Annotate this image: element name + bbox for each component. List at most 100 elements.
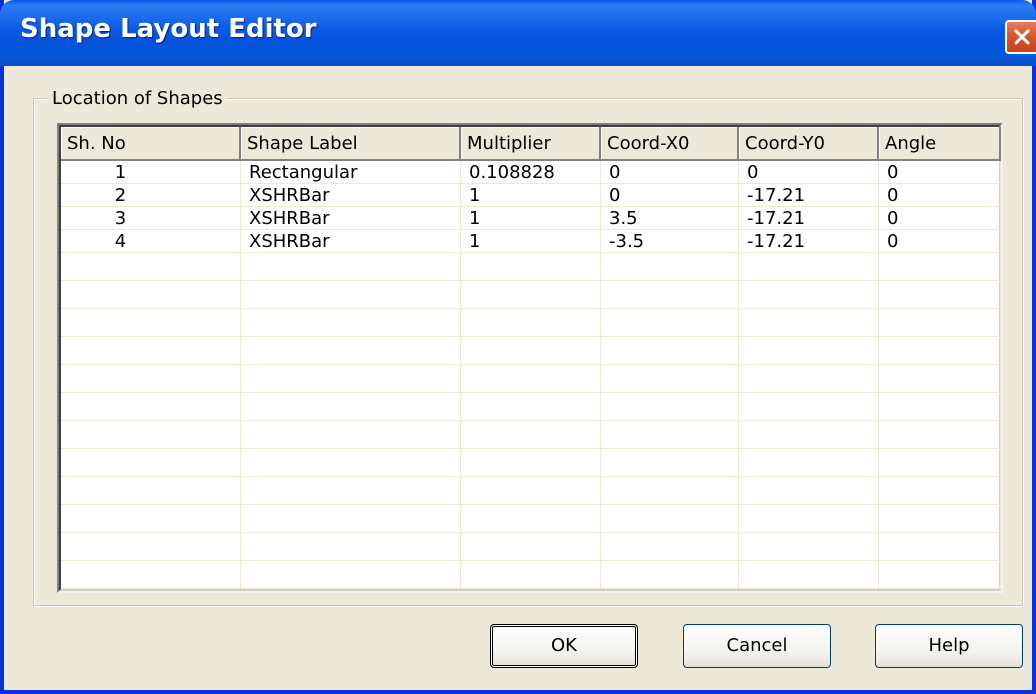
empty-cell[interactable] <box>61 393 241 421</box>
cell-coord-y0[interactable]: -17.21 <box>739 230 879 253</box>
table-row[interactable]: 2 XSHRBar 1 0 -17.21 0 <box>61 184 1001 207</box>
cell-angle[interactable]: 0 <box>879 230 1001 253</box>
empty-cell[interactable] <box>879 309 1001 337</box>
cell-multiplier[interactable]: 1 <box>461 230 601 253</box>
empty-cell[interactable] <box>461 477 601 505</box>
empty-table-row[interactable] <box>61 421 1001 449</box>
column-header-multiplier[interactable]: Multiplier <box>461 127 601 161</box>
cell-sh-no[interactable]: 3 <box>61 207 241 230</box>
cell-shape-label[interactable]: XSHRBar <box>241 207 461 230</box>
empty-cell[interactable] <box>739 505 879 533</box>
empty-cell[interactable] <box>601 309 739 337</box>
title-bar[interactable]: Shape Layout Editor <box>0 0 1036 66</box>
empty-table-row[interactable] <box>61 337 1001 365</box>
empty-cell[interactable] <box>61 365 241 393</box>
empty-cell[interactable] <box>601 477 739 505</box>
empty-cell[interactable] <box>61 253 241 281</box>
empty-cell[interactable] <box>601 393 739 421</box>
empty-cell[interactable] <box>461 393 601 421</box>
empty-table-row[interactable] <box>61 561 1001 589</box>
empty-cell[interactable] <box>461 253 601 281</box>
cell-sh-no[interactable]: 1 <box>61 161 241 184</box>
cell-sh-no[interactable]: 4 <box>61 230 241 253</box>
cell-coord-x0[interactable]: 0 <box>601 184 739 207</box>
column-header-coord-y0[interactable]: Coord-Y0 <box>739 127 879 161</box>
empty-cell[interactable] <box>61 561 241 589</box>
empty-cell[interactable] <box>601 449 739 477</box>
empty-cell[interactable] <box>739 253 879 281</box>
empty-cell[interactable] <box>61 337 241 365</box>
shapes-table[interactable]: Sh. No Shape Label Multiplier Coord-X0 Coord… <box>57 123 1003 593</box>
empty-cell[interactable] <box>461 281 601 309</box>
empty-cell[interactable] <box>241 561 461 589</box>
empty-cell[interactable] <box>739 393 879 421</box>
empty-table-row[interactable] <box>61 533 1001 561</box>
cell-angle[interactable]: 0 <box>879 207 1001 230</box>
empty-cell[interactable] <box>739 477 879 505</box>
empty-cell[interactable] <box>61 533 241 561</box>
empty-cell[interactable] <box>879 477 1001 505</box>
empty-cell[interactable] <box>241 309 461 337</box>
empty-cell[interactable] <box>461 365 601 393</box>
empty-cell[interactable] <box>739 337 879 365</box>
empty-cell[interactable] <box>461 505 601 533</box>
empty-table-row[interactable] <box>61 477 1001 505</box>
table-row[interactable]: 4 XSHRBar 1 -3.5 -17.21 0 <box>61 230 1001 253</box>
cell-angle[interactable]: 0 <box>879 184 1001 207</box>
empty-table-row[interactable] <box>61 253 1001 281</box>
help-button[interactable]: Help <box>875 624 1023 668</box>
ok-button[interactable]: OK <box>490 624 638 668</box>
empty-cell[interactable] <box>879 421 1001 449</box>
empty-cell[interactable] <box>601 337 739 365</box>
empty-cell[interactable] <box>461 309 601 337</box>
cell-coord-x0[interactable]: 3.5 <box>601 207 739 230</box>
empty-cell[interactable] <box>879 253 1001 281</box>
cell-shape-label[interactable]: Rectangular <box>241 161 461 184</box>
empty-cell[interactable] <box>739 421 879 449</box>
empty-cell[interactable] <box>739 281 879 309</box>
cancel-button[interactable]: Cancel <box>683 624 831 668</box>
cell-multiplier[interactable]: 1 <box>461 207 601 230</box>
empty-cell[interactable] <box>241 365 461 393</box>
cell-coord-x0[interactable]: -3.5 <box>601 230 739 253</box>
empty-table-row[interactable] <box>61 449 1001 477</box>
table-row[interactable]: 1 Rectangular 0.108828 0 0 0 <box>61 161 1001 184</box>
empty-cell[interactable] <box>601 533 739 561</box>
table-row[interactable]: 3 XSHRBar 1 3.5 -17.21 0 <box>61 207 1001 230</box>
empty-cell[interactable] <box>241 533 461 561</box>
empty-cell[interactable] <box>601 253 739 281</box>
empty-cell[interactable] <box>601 561 739 589</box>
empty-cell[interactable] <box>739 533 879 561</box>
empty-cell[interactable] <box>241 281 461 309</box>
empty-cell[interactable] <box>241 449 461 477</box>
column-header-angle[interactable]: Angle <box>879 127 1001 161</box>
empty-cell[interactable] <box>461 337 601 365</box>
close-button[interactable] <box>1005 20 1036 54</box>
empty-cell[interactable] <box>241 505 461 533</box>
empty-cell[interactable] <box>879 561 1001 589</box>
empty-cell[interactable] <box>601 281 739 309</box>
empty-cell[interactable] <box>739 449 879 477</box>
empty-cell[interactable] <box>61 477 241 505</box>
empty-cell[interactable] <box>241 253 461 281</box>
empty-cell[interactable] <box>879 365 1001 393</box>
cell-shape-label[interactable]: XSHRBar <box>241 230 461 253</box>
cell-angle[interactable]: 0 <box>879 161 1001 184</box>
empty-table-row[interactable] <box>61 309 1001 337</box>
cell-multiplier[interactable]: 1 <box>461 184 601 207</box>
empty-cell[interactable] <box>241 477 461 505</box>
empty-cell[interactable] <box>461 533 601 561</box>
empty-cell[interactable] <box>601 421 739 449</box>
cell-coord-y0[interactable]: 0 <box>739 161 879 184</box>
empty-cell[interactable] <box>739 365 879 393</box>
empty-cell[interactable] <box>461 449 601 477</box>
cell-coord-y0[interactable]: -17.21 <box>739 184 879 207</box>
cell-coord-y0[interactable]: -17.21 <box>739 207 879 230</box>
empty-table-row[interactable] <box>61 505 1001 533</box>
empty-cell[interactable] <box>61 281 241 309</box>
empty-cell[interactable] <box>601 505 739 533</box>
empty-cell[interactable] <box>61 309 241 337</box>
empty-cell[interactable] <box>879 393 1001 421</box>
empty-cell[interactable] <box>739 561 879 589</box>
column-header-sh-no[interactable]: Sh. No <box>61 127 241 161</box>
